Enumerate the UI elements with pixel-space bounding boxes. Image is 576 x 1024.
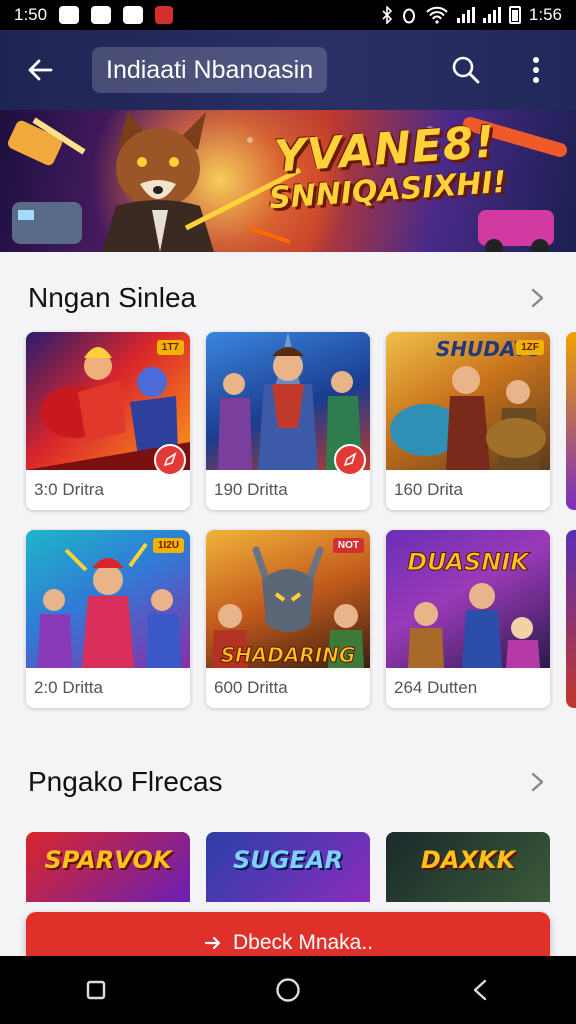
- game-card-label: 160 Drita: [394, 480, 463, 499]
- arrow-right-icon: [204, 936, 221, 950]
- search-button[interactable]: [448, 52, 484, 88]
- primary-action-label: Dbeck Mnaka..: [232, 931, 374, 954]
- back-button[interactable]: [20, 50, 60, 90]
- recents-icon: [86, 980, 106, 1000]
- game-card-title: SPARVOK: [44, 846, 172, 874]
- status-left: 1:50: [14, 5, 174, 25]
- edit-icon: [343, 452, 357, 467]
- app-bar: Indiaati Nbanoasin: [0, 30, 576, 110]
- game-card[interactable]: SUGEAR: [206, 832, 370, 902]
- notification-icon: [59, 6, 80, 24]
- arrow-left-icon: [28, 59, 53, 81]
- more-vertical-icon: [533, 57, 539, 83]
- game-card-label: 600 Dritta: [214, 678, 288, 697]
- battery-icon: [508, 6, 521, 24]
- wifi-icon: [426, 6, 448, 24]
- home-icon: [276, 978, 300, 1002]
- game-art: DUASNIK: [407, 548, 540, 668]
- game-card-art: DUASNIK: [386, 530, 550, 668]
- bluetooth-icon: [382, 6, 393, 24]
- chevron-right-icon[interactable]: [526, 287, 548, 309]
- notification-icon: [123, 6, 144, 24]
- hero-banner[interactable]: YVANE8! SNNIQASIXHI!: [0, 110, 576, 252]
- card-badge: 1ZF: [516, 340, 544, 355]
- game-card[interactable]: 1T7 3:0 Dritra: [26, 332, 190, 510]
- game-card[interactable]: SHUDAYS 1ZF 160 Drita: [386, 332, 550, 510]
- game-card-label: 264 Dutten: [394, 678, 478, 697]
- game-card[interactable]: SHADARING NOT 600 Dritta: [206, 530, 370, 708]
- more-options-button[interactable]: [518, 52, 554, 88]
- notification-icon: [155, 6, 174, 24]
- card-art-title: SHADARING: [221, 643, 356, 667]
- status-time-right: 1:56: [528, 5, 562, 24]
- search-icon: [452, 56, 480, 84]
- system-nav-bar: [0, 956, 576, 1024]
- signal-icon: [482, 7, 501, 23]
- status-right: 1:56: [381, 5, 562, 25]
- game-card-peek[interactable]: [566, 332, 576, 510]
- chevron-right-icon[interactable]: [526, 771, 548, 793]
- game-card-label: 3:0 Dritra: [34, 480, 104, 499]
- back-triangle-icon: [473, 979, 487, 1001]
- section-title: Pngako Flrecas: [28, 766, 223, 797]
- section-header: Nngan Sinlea: [0, 270, 576, 326]
- edit-icon: [163, 452, 177, 467]
- app-title: Indiaati Nbanoasin: [92, 47, 328, 93]
- screen: 1:50 1:56 Indiaati Nbanoasin YVANE8! SNN…: [0, 0, 576, 1024]
- alarm-icon: [402, 8, 415, 24]
- game-card[interactable]: DUASNIK 264 Dutten: [386, 530, 550, 708]
- game-card-peek[interactable]: [566, 530, 576, 708]
- game-card[interactable]: 1I2U 2:0 Dritta: [26, 530, 190, 708]
- card-action-button[interactable]: [154, 444, 186, 476]
- game-card-title: SUGEAR: [233, 846, 343, 874]
- section-header: Pngako Flrecas: [0, 754, 576, 810]
- card-badge: NOT: [332, 538, 364, 553]
- signal-icon: [456, 7, 475, 23]
- section-title: Nngan Sinlea: [28, 282, 197, 313]
- game-card-label: 190 Dritta: [214, 480, 288, 499]
- game-card-label: 2:0 Dritta: [34, 678, 103, 697]
- game-card[interactable]: SPARVOK: [26, 832, 190, 902]
- status-bar: 1:50 1:56: [0, 0, 576, 30]
- app-actions: [448, 52, 554, 88]
- game-card-title: DAXKK: [420, 846, 516, 874]
- notification-icon: [91, 6, 112, 24]
- card-badge: 1T7: [156, 340, 184, 355]
- recents-button[interactable]: [72, 966, 120, 1014]
- game-card[interactable]: 190 Dritta: [206, 332, 370, 510]
- system-back-button[interactable]: [456, 966, 504, 1014]
- game-card[interactable]: DAXKK: [386, 832, 550, 902]
- card-badge: 1I2U: [152, 538, 184, 553]
- home-button[interactable]: [264, 966, 312, 1014]
- card-art-title: DUASNIK: [407, 548, 531, 576]
- card-action-button[interactable]: [334, 444, 366, 476]
- status-time: 1:50: [14, 5, 48, 24]
